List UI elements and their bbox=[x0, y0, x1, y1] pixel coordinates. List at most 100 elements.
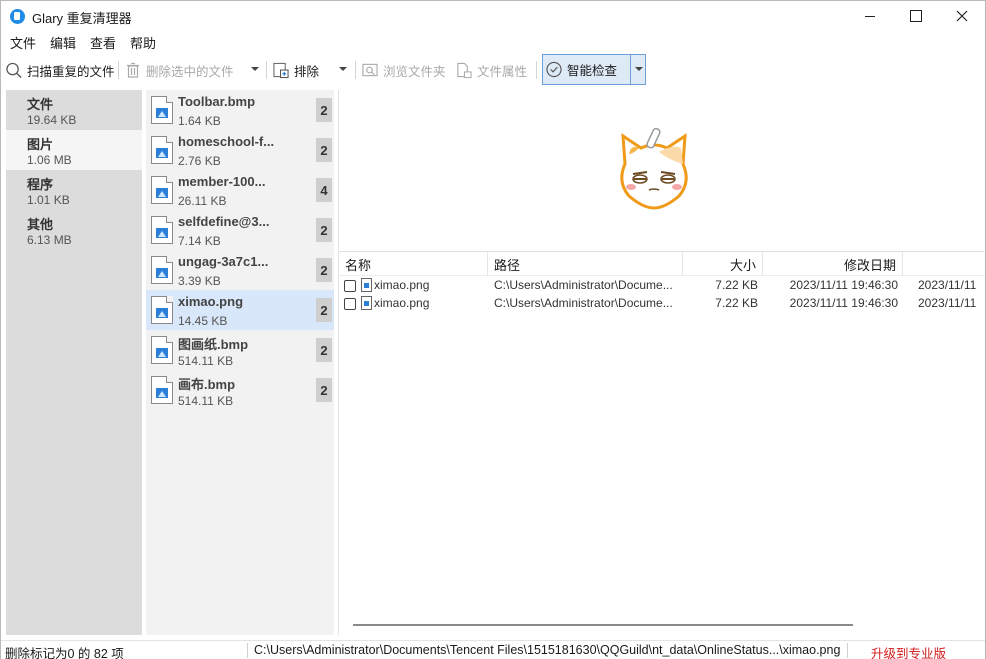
file-properties-label: 文件属性 bbox=[477, 64, 528, 79]
image-file-icon bbox=[151, 296, 173, 324]
category-name: 图片 bbox=[27, 137, 54, 152]
image-file-icon bbox=[151, 96, 173, 124]
toolbar-separator bbox=[118, 61, 119, 79]
cell-size: 7.22 KB bbox=[715, 278, 758, 292]
status-separator bbox=[847, 643, 848, 658]
maximize-button[interactable] bbox=[893, 1, 939, 31]
group-name: ungag-3a7c1... bbox=[178, 254, 269, 269]
group-size: 1.64 KB bbox=[178, 114, 221, 128]
window-title: Glary 重复清理器 bbox=[32, 11, 132, 26]
group-name: Toolbar.bmp bbox=[178, 94, 256, 109]
exclude-dropdown-arrow[interactable] bbox=[339, 67, 347, 71]
toolbar: 扫描重复的文件 删除选中的文件 排除 浏览文件夹 文件属性 智能检查 bbox=[1, 54, 985, 86]
column-header-path[interactable]: 路径 bbox=[488, 252, 683, 276]
group-item[interactable]: selfdefine@3... 7.14 KB 2 bbox=[146, 210, 334, 250]
image-file-icon bbox=[151, 256, 173, 284]
delete-selected-label: 删除选中的文件 bbox=[146, 64, 234, 79]
group-count-badge: 2 bbox=[316, 218, 332, 242]
scan-duplicates-button[interactable]: 扫描重复的文件 bbox=[6, 54, 115, 86]
group-count-badge: 2 bbox=[316, 338, 332, 362]
smart-check-split bbox=[630, 55, 631, 84]
close-button[interactable] bbox=[939, 1, 985, 31]
group-item[interactable]: homeschool-f... 2.76 KB 2 bbox=[146, 130, 334, 170]
close-icon bbox=[956, 10, 968, 22]
cell-modified: 2023/11/11 19:46:30 bbox=[789, 278, 898, 292]
category-images[interactable]: 图片 1.06 MB bbox=[6, 130, 142, 170]
cell-path: C:\Users\Administrator\Docume... bbox=[494, 278, 673, 292]
status-file-path: C:\Users\Administrator\Documents\Tencent… bbox=[254, 643, 841, 657]
smart-check-dropdown-arrow[interactable] bbox=[635, 67, 643, 71]
group-item[interactable]: member-100... 26.11 KB 4 bbox=[146, 170, 334, 210]
image-file-icon bbox=[151, 216, 173, 244]
upgrade-pro-link[interactable]: 升级到专业版 bbox=[871, 643, 946, 659]
table-header: 名称 路径 大小 修改日期 bbox=[339, 252, 985, 276]
group-size: 26.11 KB bbox=[178, 194, 227, 208]
exclude-icon bbox=[273, 62, 289, 78]
menu-help[interactable]: 帮助 bbox=[123, 33, 163, 52]
category-name: 其他 bbox=[27, 217, 54, 232]
cell-name: ximao.png bbox=[374, 278, 430, 292]
group-item[interactable]: 图画纸.bmp 514.11 KB 2 bbox=[146, 330, 334, 370]
png-file-icon bbox=[361, 296, 372, 310]
cat-mascot-preview bbox=[620, 127, 688, 210]
column-header-extra[interactable] bbox=[903, 252, 985, 276]
category-programs[interactable]: 程序 1.01 KB bbox=[6, 170, 142, 210]
column-header-name[interactable]: 名称 bbox=[339, 252, 488, 276]
search-icon bbox=[6, 62, 22, 78]
smart-check-button[interactable]: 智能检查 bbox=[542, 54, 646, 85]
delete-selected-button[interactable]: 删除选中的文件 bbox=[125, 54, 234, 86]
file-properties-button[interactable]: 文件属性 bbox=[456, 54, 527, 86]
group-count-badge: 2 bbox=[316, 258, 332, 282]
category-size: 19.64 KB bbox=[27, 113, 77, 127]
cell-modified: 2023/11/11 19:46:30 bbox=[789, 296, 898, 310]
category-size: 1.01 KB bbox=[27, 193, 70, 207]
category-others[interactable]: 其他 6.13 MB bbox=[6, 210, 142, 250]
group-item[interactable]: ungag-3a7c1... 3.39 KB 2 bbox=[146, 250, 334, 290]
group-name: 图画纸.bmp bbox=[178, 337, 249, 352]
category-panel: 文件 19.64 KB 图片 1.06 MB 程序 1.01 KB 其他 6.1… bbox=[6, 90, 142, 635]
folder-search-icon bbox=[362, 62, 378, 78]
group-size: 3.39 KB bbox=[178, 274, 221, 288]
menu-view[interactable]: 查看 bbox=[83, 33, 123, 52]
group-item[interactable]: Toolbar.bmp 1.64 KB 2 bbox=[146, 90, 334, 130]
row-checkbox[interactable] bbox=[344, 280, 356, 292]
group-name: 画布.bmp bbox=[178, 377, 236, 392]
image-file-icon bbox=[151, 376, 173, 404]
category-files[interactable]: 文件 19.64 KB bbox=[6, 90, 142, 130]
column-header-size[interactable]: 大小 bbox=[683, 252, 763, 276]
cell-path: C:\Users\Administrator\Docume... bbox=[494, 296, 673, 310]
group-size: 14.45 KB bbox=[178, 314, 228, 328]
menu-edit[interactable]: 编辑 bbox=[43, 33, 83, 52]
delete-dropdown-arrow[interactable] bbox=[251, 67, 259, 71]
group-size: 514.11 KB bbox=[178, 394, 234, 408]
toolbar-separator bbox=[355, 61, 356, 79]
image-file-icon bbox=[151, 136, 173, 164]
column-header-modified[interactable]: 修改日期 bbox=[763, 252, 903, 276]
menu-file[interactable]: 文件 bbox=[3, 33, 43, 52]
table-row[interactable]: ximao.png C:\Users\Administrator\Docume.… bbox=[339, 277, 985, 295]
app-window: Glary 重复清理器 文件 编辑 查看 帮助 扫描重复的文件 删除选中的文件 bbox=[0, 0, 986, 659]
group-size: 7.14 KB bbox=[178, 234, 221, 248]
exclude-label: 排除 bbox=[294, 64, 320, 79]
exclude-button[interactable]: 排除 bbox=[273, 54, 319, 86]
image-preview bbox=[338, 90, 984, 250]
group-item-selected[interactable]: ximao.png 14.45 KB 2 bbox=[146, 290, 334, 330]
image-file-icon bbox=[151, 176, 173, 204]
cell-name: ximao.png bbox=[374, 296, 430, 310]
horizontal-scrollbar[interactable] bbox=[353, 624, 853, 626]
category-size: 6.13 MB bbox=[27, 233, 72, 247]
png-file-icon bbox=[361, 278, 372, 292]
group-item[interactable]: 画布.bmp 514.11 KB 2 bbox=[146, 370, 334, 410]
category-name: 文件 bbox=[27, 97, 54, 112]
toolbar-separator bbox=[266, 61, 267, 79]
cell-extra: 2023/11/11 bbox=[918, 278, 977, 292]
browse-folder-button[interactable]: 浏览文件夹 bbox=[362, 54, 446, 86]
scan-duplicates-label: 扫描重复的文件 bbox=[27, 64, 115, 79]
cell-extra: 2023/11/11 bbox=[918, 296, 977, 310]
trash-icon bbox=[125, 62, 141, 78]
minimize-button[interactable] bbox=[847, 1, 893, 31]
row-checkbox[interactable] bbox=[344, 298, 356, 310]
browse-folder-label: 浏览文件夹 bbox=[383, 64, 446, 79]
status-marked-count: 删除标记为0 的 82 项 bbox=[5, 647, 124, 659]
table-row[interactable]: ximao.png C:\Users\Administrator\Docume.… bbox=[339, 295, 985, 313]
